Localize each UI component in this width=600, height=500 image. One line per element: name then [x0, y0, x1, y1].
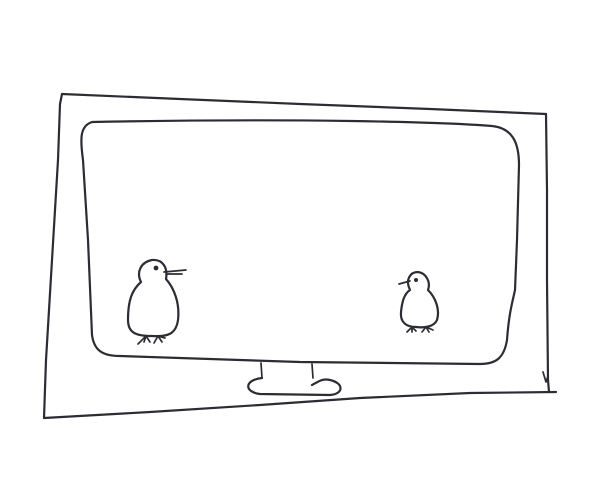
- sketch-canvas: [42, 92, 558, 420]
- monitor-screen: [80, 119, 521, 366]
- outer-frame: [42, 92, 558, 420]
- bird-right: [398, 270, 440, 333]
- monitor-stand: [247, 362, 342, 397]
- bird-left: [126, 258, 187, 345]
